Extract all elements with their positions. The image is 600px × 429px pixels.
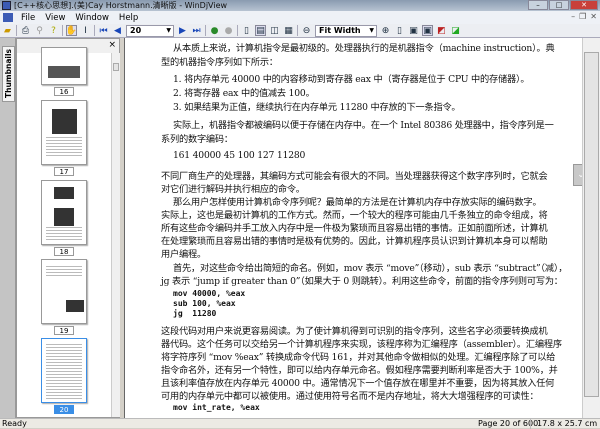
facing-pages-icon[interactable]: ◫ (269, 25, 280, 36)
last-page-icon[interactable]: ⏭ (191, 25, 202, 36)
separator (94, 25, 95, 36)
text-line: 不同厂商生产的处理器，其编码方式可能会有很大的不同。当处理器获得这个数字序列时，… (161, 171, 548, 182)
separator (237, 25, 238, 36)
text-line: 那么用户怎样使用计算机命令序列呢？最简单的方法是在计算机内存中存放实际的编码数字… (173, 197, 542, 208)
close-button[interactable]: ✕ (570, 0, 598, 10)
thumbnails-panel: × 16 17 18 19 20 (16, 38, 120, 418)
text-line: 从本质上来说，计算机指令是最初级的。处理器执行的是机器指令（machine in… (173, 43, 555, 54)
text-line: 首先，对这些命令给出简短的命名。例如，mov 表示 “move”（移动），sub… (173, 263, 568, 274)
text-line: 将字符序列 “mov %eax” 转换成命令代码 161，并对其他命令做相似的处… (161, 352, 556, 363)
text-line: 且该利率值存放在内存单元 40000 中。通常情况下一个值存放在哪里并不重要，因… (161, 378, 555, 389)
sidebar-tabs: Thumbnails (0, 38, 16, 418)
zoom-in-icon[interactable]: ⊕ (380, 25, 391, 36)
select-tool-icon[interactable]: I (80, 25, 91, 36)
chevron-down-icon: ▼ (166, 26, 171, 34)
text-line: jg 表示 “jump if greater than 0”（如果大于 0 则跳… (161, 276, 563, 287)
single-page-icon[interactable]: ▯ (241, 25, 252, 36)
next-page-icon[interactable]: ▶ (177, 25, 188, 36)
text-line: 指令命名外，还有另一个特性，即可以给内存单元命名。假如程序需要判断利率是否大于 … (161, 365, 558, 376)
code-line: jg 11280 (173, 309, 217, 318)
print-icon[interactable]: ⎙ (20, 25, 31, 36)
first-page-icon[interactable]: ⏮ (98, 25, 109, 36)
text-line: 161 40000 45 100 127 11280 (173, 150, 306, 161)
thumbnail-label: 18 (54, 247, 74, 256)
window-title: [C++核心思想].(美)Cay Horstmann.清晰版 - WinDjVi… (14, 1, 228, 10)
text-line: 系列的数字编码： (161, 134, 233, 145)
maximize-button[interactable]: □ (549, 0, 569, 10)
text-line: 用户编程。 (161, 249, 206, 260)
text-line: 2. 将寄存器 eax 中的值减去 100。 (173, 88, 315, 99)
text-line: 实际上，这也是最初计算机的工作方式。然而，一个较大的程序可能由几千条独立的命令组… (161, 210, 548, 221)
document-icon[interactable] (3, 13, 13, 22)
thumbnail-16[interactable] (41, 47, 87, 85)
fit-page-icon[interactable]: ▣ (408, 25, 419, 36)
mdi-minimize-icon[interactable]: – (571, 12, 575, 21)
page-number-value: 20 (130, 25, 142, 35)
text-line: 3. 如果结果为正值，继续执行在内存单元 11280 中存放的下一条指令。 (173, 102, 461, 113)
zoom-select[interactable]: Fit Width ▼ (315, 24, 377, 37)
text-line: 1. 将内存单元 40000 中的内容移动到寄存器 eax 中（寄存器是位于 C… (173, 74, 530, 85)
zoom-out-icon[interactable]: ⊖ (301, 25, 312, 36)
forward-icon[interactable]: ● (223, 25, 234, 36)
thumbnail-label: 17 (54, 167, 74, 176)
document-page: 从本质上来说，计算机指令是最初级的。处理器执行的是机器指令（machine in… (124, 38, 582, 418)
toolbar: ▰ ⎙ ⚲ ? ✋ I ⏮ ◀ 20 ▼ ▶ ⏭ ● ● ▯ ▤ ◫ ▦ ⊖ Fi… (0, 24, 600, 38)
text-line: 这段代码对用户来说更容易阅读。为了使计算机得到可识别的指令序列，这些名字必须要转… (161, 326, 548, 337)
chevron-down-icon: ▼ (369, 26, 374, 34)
text-line: 所有这些命令编码并手工放入内存中是一件极为繁琐而且容易出错的事情。正如前面所述，… (161, 223, 548, 234)
thumbnail-19[interactable] (41, 259, 87, 324)
close-sidebar-icon[interactable]: × (108, 40, 116, 50)
thumbnail-label-current: 20 (54, 405, 74, 414)
fit-width-icon[interactable]: ▣ (422, 25, 433, 36)
text-line: 可用的内存单元中都可以被使用。通过使用符号名而不是内存地址，将大大增强程序的可读… (161, 391, 539, 402)
continuous-icon[interactable]: ▤ (255, 25, 266, 36)
status-bar: Ready Page 20 of 600 17.8 x 25.7 cm (0, 418, 600, 429)
code-line: sub 100, %eax (173, 299, 236, 308)
thumbnail-label: 19 (54, 326, 74, 335)
menu-help[interactable]: Help (114, 13, 143, 23)
separator (297, 25, 298, 36)
back-icon[interactable]: ● (209, 25, 220, 36)
thumbnail-18[interactable] (41, 180, 87, 245)
continuous-facing-icon[interactable]: ▦ (283, 25, 294, 36)
code-line: mov 40000, %eax (173, 289, 246, 298)
thumbnail-17[interactable] (41, 100, 87, 165)
rotate-right-icon[interactable]: ◪ (450, 25, 461, 36)
hint-icon[interactable]: ? (48, 25, 59, 36)
page-number-select[interactable]: 20 ▼ (126, 24, 174, 37)
tab-thumbnails[interactable]: Thumbnails (2, 46, 15, 102)
app-icon (2, 1, 11, 10)
actual-size-icon[interactable]: ▯ (394, 25, 405, 36)
menu-view[interactable]: View (40, 13, 70, 23)
code-line: mov int_rate, %eax (173, 403, 260, 412)
text-line: 在处理繁琐而且容易出错的事情时是极有优势的。因此，计算机程序员认识到计算机本身可… (161, 236, 548, 247)
zoom-value: Fit Width (319, 25, 361, 35)
separator (16, 25, 17, 36)
text-line: 器代码。这个任务可以交给另一个计算机程序来实现，该程序称为汇编程序（assemb… (161, 339, 562, 350)
find-icon[interactable]: ⚲ (34, 25, 45, 36)
thumbnail-20[interactable] (41, 338, 87, 403)
document-scrollbar[interactable] (582, 38, 600, 418)
open-icon[interactable]: ▰ (2, 25, 13, 36)
menu-file[interactable]: File (16, 13, 40, 23)
previous-page-icon[interactable]: ◀ (112, 25, 123, 36)
separator (205, 25, 206, 36)
title-bar: [C++核心思想].(美)Cay Horstmann.清晰版 - WinDjVi… (0, 0, 600, 11)
menu-bar: File View Window Help – ❐ ✕ (0, 11, 600, 24)
mdi-restore-icon[interactable]: ❐ (579, 12, 586, 21)
thumbnails-scrollbar[interactable] (111, 53, 120, 417)
thumbnail-label: 16 (54, 87, 74, 96)
separator (62, 25, 63, 36)
hand-tool-icon[interactable]: ✋ (66, 25, 77, 36)
minimize-button[interactable]: – (528, 0, 548, 10)
mdi-close-icon[interactable]: ✕ (590, 12, 597, 21)
text-line: 对它们进行解码并执行相应的命令。 (161, 184, 305, 195)
menu-window[interactable]: Window (70, 13, 114, 23)
text-line: 实际上，机器指令都被编码以便于存储在内存中。在一个 Intel 80386 处理… (173, 120, 554, 131)
text-line: 型的机器指令序列如下所示： (161, 57, 278, 68)
rotate-left-icon[interactable]: ◩ (436, 25, 447, 36)
